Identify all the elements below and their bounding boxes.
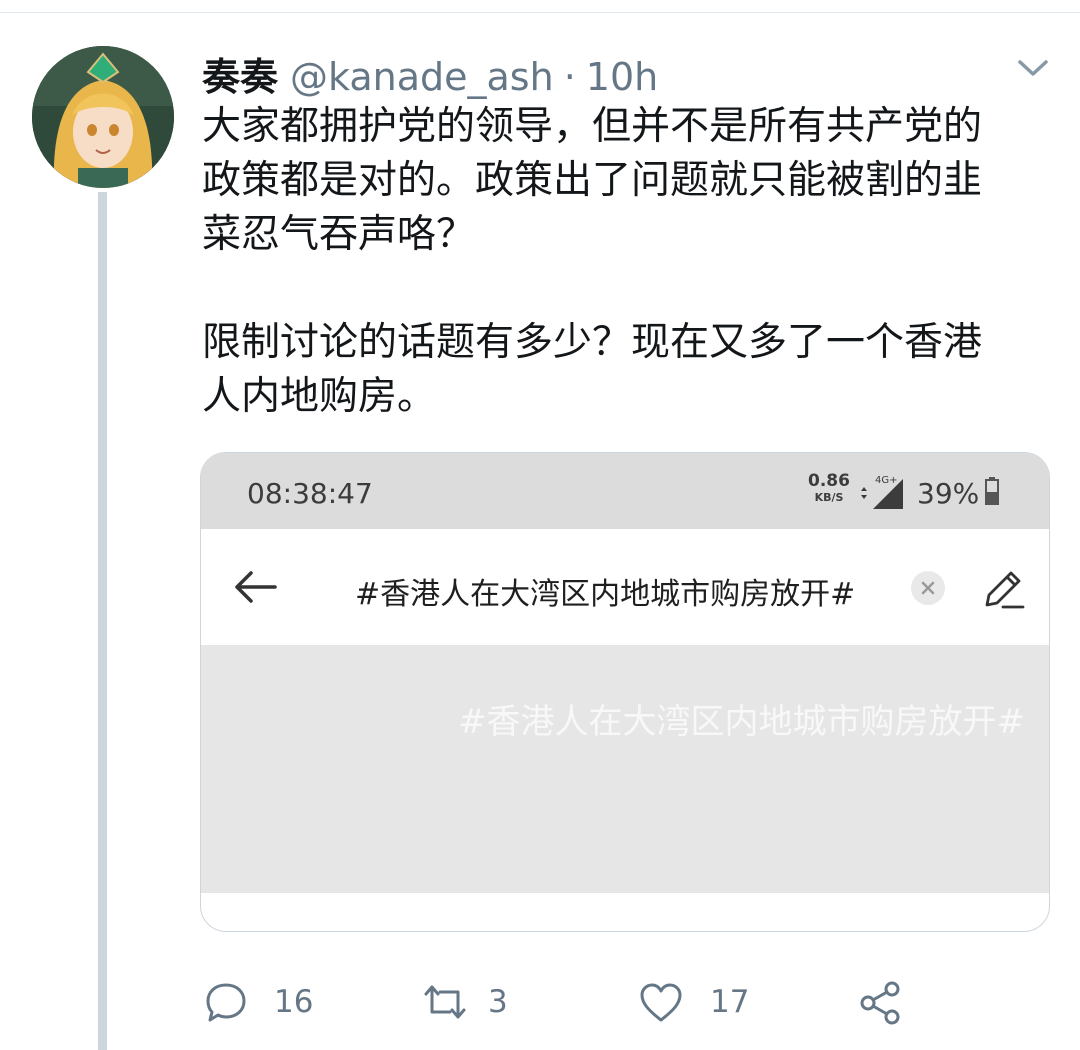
share-icon — [860, 981, 900, 1025]
tweet-timestamp[interactable]: 10h — [586, 55, 658, 99]
banner-topic-text: #香港人在大湾区内地城市购房放开# — [458, 702, 1025, 742]
network-type-label: 4G+ — [875, 475, 898, 486]
user-handle[interactable]: @kanade_ash — [290, 55, 554, 99]
chevron-down-icon[interactable] — [1016, 56, 1050, 80]
retweet-icon — [424, 985, 466, 1019]
separator-dot: · — [563, 55, 576, 99]
status-time: 08:38:47 — [247, 477, 373, 510]
retweet-button[interactable]: 3 — [420, 980, 508, 1024]
reply-bubble-icon — [206, 983, 246, 1022]
search-query-input[interactable]: #香港人在大湾区内地城市购房放开# — [355, 569, 855, 613]
tweet-actions: 16 3 17 — [0, 970, 1080, 1040]
pencil-icon[interactable] — [981, 567, 1025, 611]
network-speed: 0.86 KB/S — [807, 471, 851, 504]
avatar[interactable] — [32, 46, 174, 188]
battery-percentage: 39% — [917, 477, 980, 510]
network-speed-value: 0.86 — [808, 471, 850, 491]
clear-search-button[interactable] — [911, 571, 945, 605]
thread-line — [98, 192, 107, 1050]
like-button[interactable]: 17 — [638, 980, 749, 1024]
tweet-text: 大家都拥护党的领导，但并不是所有共产党的 政策都是对的。政策出了问题就只能被割的… — [202, 104, 983, 419]
reply-count: 16 — [274, 984, 314, 1020]
heart-icon — [640, 983, 682, 1022]
retweet-count: 3 — [488, 984, 508, 1020]
tweet-media-screenshot[interactable]: 08:38:47 0.86 KB/S 4G+ 39% #香港人在大湾区内地城市购… — [200, 452, 1050, 932]
avatar-image — [32, 46, 174, 188]
close-icon — [921, 581, 935, 595]
network-speed-unit: KB/S — [814, 491, 844, 504]
topic-banner: #香港人在大湾区内地城市购房放开# — [201, 646, 1049, 893]
phone-status-bar: 08:38:47 0.86 KB/S 4G+ 39% — [201, 453, 1049, 529]
battery-icon — [985, 477, 999, 505]
search-bar: #香港人在大湾区内地城市购房放开# — [201, 529, 1049, 646]
reply-button[interactable]: 16 — [204, 980, 313, 1024]
cellular-signal-icon: 4G+ — [861, 475, 903, 509]
tweet-header: 奏奏 @kanade_ash · 10h — [202, 46, 658, 99]
back-arrow-icon[interactable] — [231, 567, 279, 607]
like-count: 17 — [710, 984, 750, 1020]
display-name[interactable]: 奏奏 — [202, 46, 278, 101]
share-button[interactable] — [858, 980, 904, 1026]
top-divider — [0, 12, 1080, 13]
